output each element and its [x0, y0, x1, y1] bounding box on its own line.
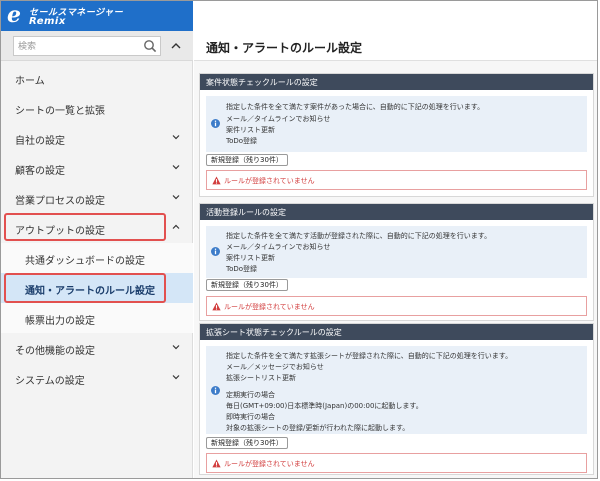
info-text: メール／タイムラインでお知らせ	[226, 243, 331, 251]
app-window: e セールスマネージャー Remix ホーム シートの一覧と拡張 自社の設定	[0, 0, 598, 479]
info-text: メール／メッセージでお知らせ	[226, 363, 324, 371]
new-rule-button[interactable]: 新規登録（残り30件）	[206, 154, 288, 166]
sidebar: e セールスマネージャー Remix ホーム シートの一覧と拡張 自社の設定	[1, 1, 193, 478]
chevron-down-icon	[172, 345, 180, 350]
sidebar-item-label: ホーム	[15, 76, 45, 87]
sidebar-item-sales-process[interactable]: 営業プロセスの設定	[1, 183, 193, 213]
info-text: 定期実行の場合	[226, 391, 275, 399]
page-header: 通知・アラートのルール設定	[194, 1, 597, 61]
section-title: 拡張シート状態チェックルールの設定	[200, 324, 593, 340]
alert-text: ルールが登録されていません	[224, 460, 315, 468]
section-extension-sheet-rules: 拡張シート状態チェックルールの設定 指定した条件を全て満たす拡張シートが登録され…	[199, 323, 594, 475]
search-box	[13, 36, 161, 56]
info-icon	[211, 247, 220, 256]
empty-alert: ルールが登録されていません	[206, 453, 587, 473]
empty-alert: ルールが登録されていません	[206, 296, 587, 316]
info-box: 指定した条件を全て満たす拡張シートが登録された際に、自動的に下記の処理を行います…	[206, 346, 587, 434]
info-icon	[211, 119, 220, 128]
search-input[interactable]	[18, 39, 138, 54]
info-text: ToDo登録	[226, 265, 258, 273]
info-text: 案件リスト更新	[226, 254, 275, 262]
sidebar-item-customers[interactable]: 顧客の設定	[1, 153, 193, 183]
section-activity-rules: 活動登録ルールの設定 指定した条件を全て満たす活動が登録された際に、自動的に下記…	[199, 203, 594, 321]
warning-icon	[212, 459, 221, 468]
warning-icon	[212, 302, 221, 311]
sidebar-item-dashboard[interactable]: 共通ダッシュボードの設定	[1, 243, 193, 273]
info-text: 毎日(GMT+09:00)日本標準時(Japan)の00:00に起動します。	[226, 402, 423, 410]
logo-e-icon: e	[7, 2, 21, 28]
sidebar-item-label: 営業プロセスの設定	[15, 196, 105, 207]
sidebar-item-other[interactable]: その他機能の設定	[1, 333, 193, 363]
sidebar-item-forms[interactable]: 帳票出力の設定	[1, 303, 193, 333]
sidebar-item-home[interactable]: ホーム	[1, 63, 193, 93]
info-text: 対象の拡張シートの登録/更新が行われた際に起動します。	[226, 424, 410, 432]
info-box: 指定した条件を全て満たす案件があった場合に、自動的に下記の処理を行います。 メー…	[206, 96, 587, 152]
main-content: 通知・アラートのルール設定 案件状態チェックルールの設定 指定した条件を全て満た…	[194, 1, 597, 478]
sidebar-item-label: シートの一覧と拡張	[15, 106, 105, 117]
sidebar-item-company[interactable]: 自社の設定	[1, 123, 193, 153]
info-text: 案件リスト更新	[226, 126, 275, 134]
info-text: 指定した条件を全て満たす拡張シートが登録された際に、自動的に下記の処理を行います…	[226, 352, 513, 360]
logo-subtext: Remix	[29, 16, 66, 27]
chevron-down-icon	[172, 135, 180, 140]
sidebar-item-label: システムの設定	[15, 376, 85, 387]
alert-rules-highlight-box	[4, 273, 166, 303]
info-box: 指定した条件を全て満たす活動が登録された際に、自動的に下記の処理を行います。 メ…	[206, 226, 587, 278]
info-text: ToDo登録	[226, 137, 258, 145]
section-title: 案件状態チェックルールの設定	[200, 74, 593, 90]
sidebar-item-label: 自社の設定	[15, 136, 65, 147]
chevron-up-icon[interactable]	[169, 39, 183, 53]
search-row	[1, 31, 193, 61]
sidebar-item-sheets[interactable]: シートの一覧と拡張	[1, 93, 193, 123]
info-text: 指定した条件を全て満たす活動が登録された際に、自動的に下記の処理を行います。	[226, 232, 492, 240]
sidebar-item-label: 帳票出力の設定	[25, 316, 95, 327]
logo[interactable]: e セールスマネージャー Remix	[1, 1, 193, 31]
sidebar-item-label: 共通ダッシュボードの設定	[25, 256, 145, 267]
page-title: 通知・アラートのルール設定	[206, 41, 363, 55]
chevron-down-icon	[172, 165, 180, 170]
empty-alert: ルールが登録されていません	[206, 170, 587, 190]
new-rule-button[interactable]: 新規登録（残り30件）	[206, 437, 288, 449]
chevron-up-icon	[172, 224, 180, 229]
chevron-down-icon	[172, 375, 180, 380]
new-rule-button[interactable]: 新規登録（残り30件）	[206, 279, 288, 291]
section-title: 活動登録ルールの設定	[200, 204, 593, 220]
output-highlight-box	[4, 213, 166, 241]
sidebar-item-label: 顧客の設定	[15, 166, 65, 177]
search-icon[interactable]	[143, 39, 157, 53]
chevron-down-icon	[172, 195, 180, 200]
info-text: 拡張シートリスト更新	[226, 374, 296, 382]
alert-text: ルールが登録されていません	[224, 303, 315, 311]
info-text: メール／タイムラインでお知らせ	[226, 115, 331, 123]
info-text: 即時実行の場合	[226, 413, 275, 421]
section-deal-check-rules: 案件状態チェックルールの設定 指定した条件を全て満たす案件があった場合に、自動的…	[199, 73, 594, 197]
info-icon	[211, 386, 220, 395]
sidebar-item-system[interactable]: システムの設定	[1, 363, 193, 393]
info-text: 指定した条件を全て満たす案件があった場合に、自動的に下記の処理を行います。	[226, 103, 485, 111]
sidebar-item-label: その他機能の設定	[15, 346, 95, 357]
warning-icon	[212, 176, 221, 185]
alert-text: ルールが登録されていません	[224, 177, 315, 185]
